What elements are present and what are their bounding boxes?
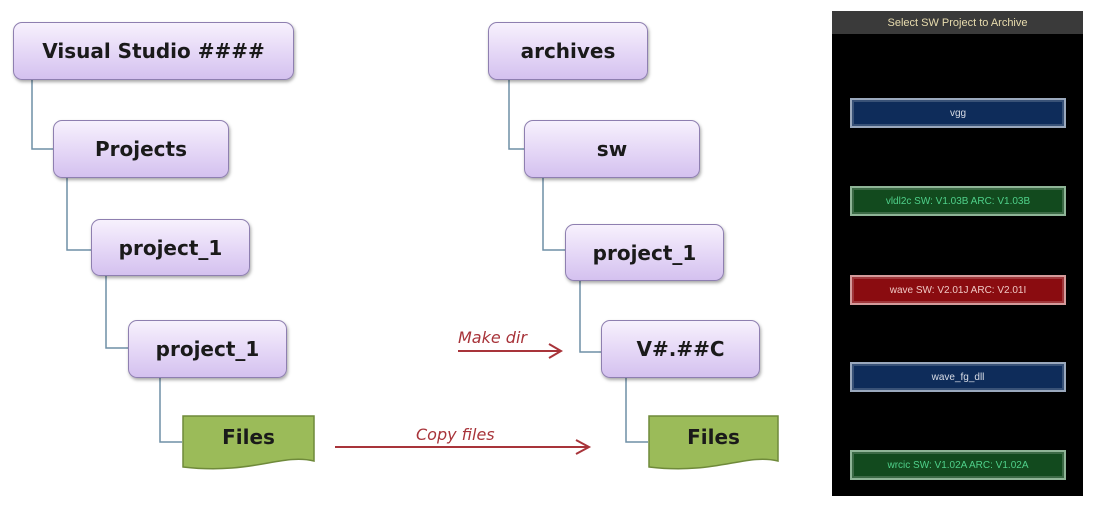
folder-project-1-source-inner: project_1 — [128, 320, 287, 378]
project-button-wrcic[interactable]: wrcic SW: V1.02A ARC: V1.02A — [850, 450, 1066, 480]
connector-sw-project1 — [542, 178, 565, 251]
files-source: Files — [182, 415, 315, 471]
files-archive-label: Files — [687, 425, 740, 449]
connector-project1-files-left — [159, 378, 182, 443]
connector-projects-project1 — [66, 178, 91, 251]
folder-project-1-archive: project_1 — [565, 224, 724, 281]
connector-vs-projects — [31, 80, 53, 150]
select-project-panel: Select SW Project to Archive vgg vldl2c … — [832, 11, 1083, 496]
make-dir-label: Make dir — [458, 328, 527, 347]
copy-files-label: Copy files — [416, 425, 495, 444]
connector-project1-version — [579, 281, 601, 353]
project-button-vgg[interactable]: vgg — [850, 98, 1066, 128]
connector-version-files-right — [625, 378, 648, 443]
project-button-wave-fg-dll[interactable]: wave_fg_dll — [850, 362, 1066, 392]
connector-archives-sw — [508, 80, 524, 150]
archive-process-diagram: Visual Studio #### Projects project_1 pr… — [0, 0, 820, 512]
folder-version: V#.##C — [601, 320, 760, 378]
files-source-label: Files — [222, 425, 275, 449]
folder-sw: sw — [524, 120, 700, 178]
folder-projects: Projects — [53, 120, 229, 178]
folder-visual-studio: Visual Studio #### — [13, 22, 294, 80]
folder-archives: archives — [488, 22, 648, 80]
files-archive: Files — [648, 415, 779, 471]
folder-project-1-source: project_1 — [91, 219, 250, 276]
connector-project1-project1 — [105, 276, 128, 349]
project-button-wave[interactable]: wave SW: V2.01J ARC: V2.01I — [850, 275, 1066, 305]
panel-title: Select SW Project to Archive — [832, 11, 1083, 34]
project-button-vldl2c[interactable]: vldl2c SW: V1.03B ARC: V1.03B — [850, 186, 1066, 216]
